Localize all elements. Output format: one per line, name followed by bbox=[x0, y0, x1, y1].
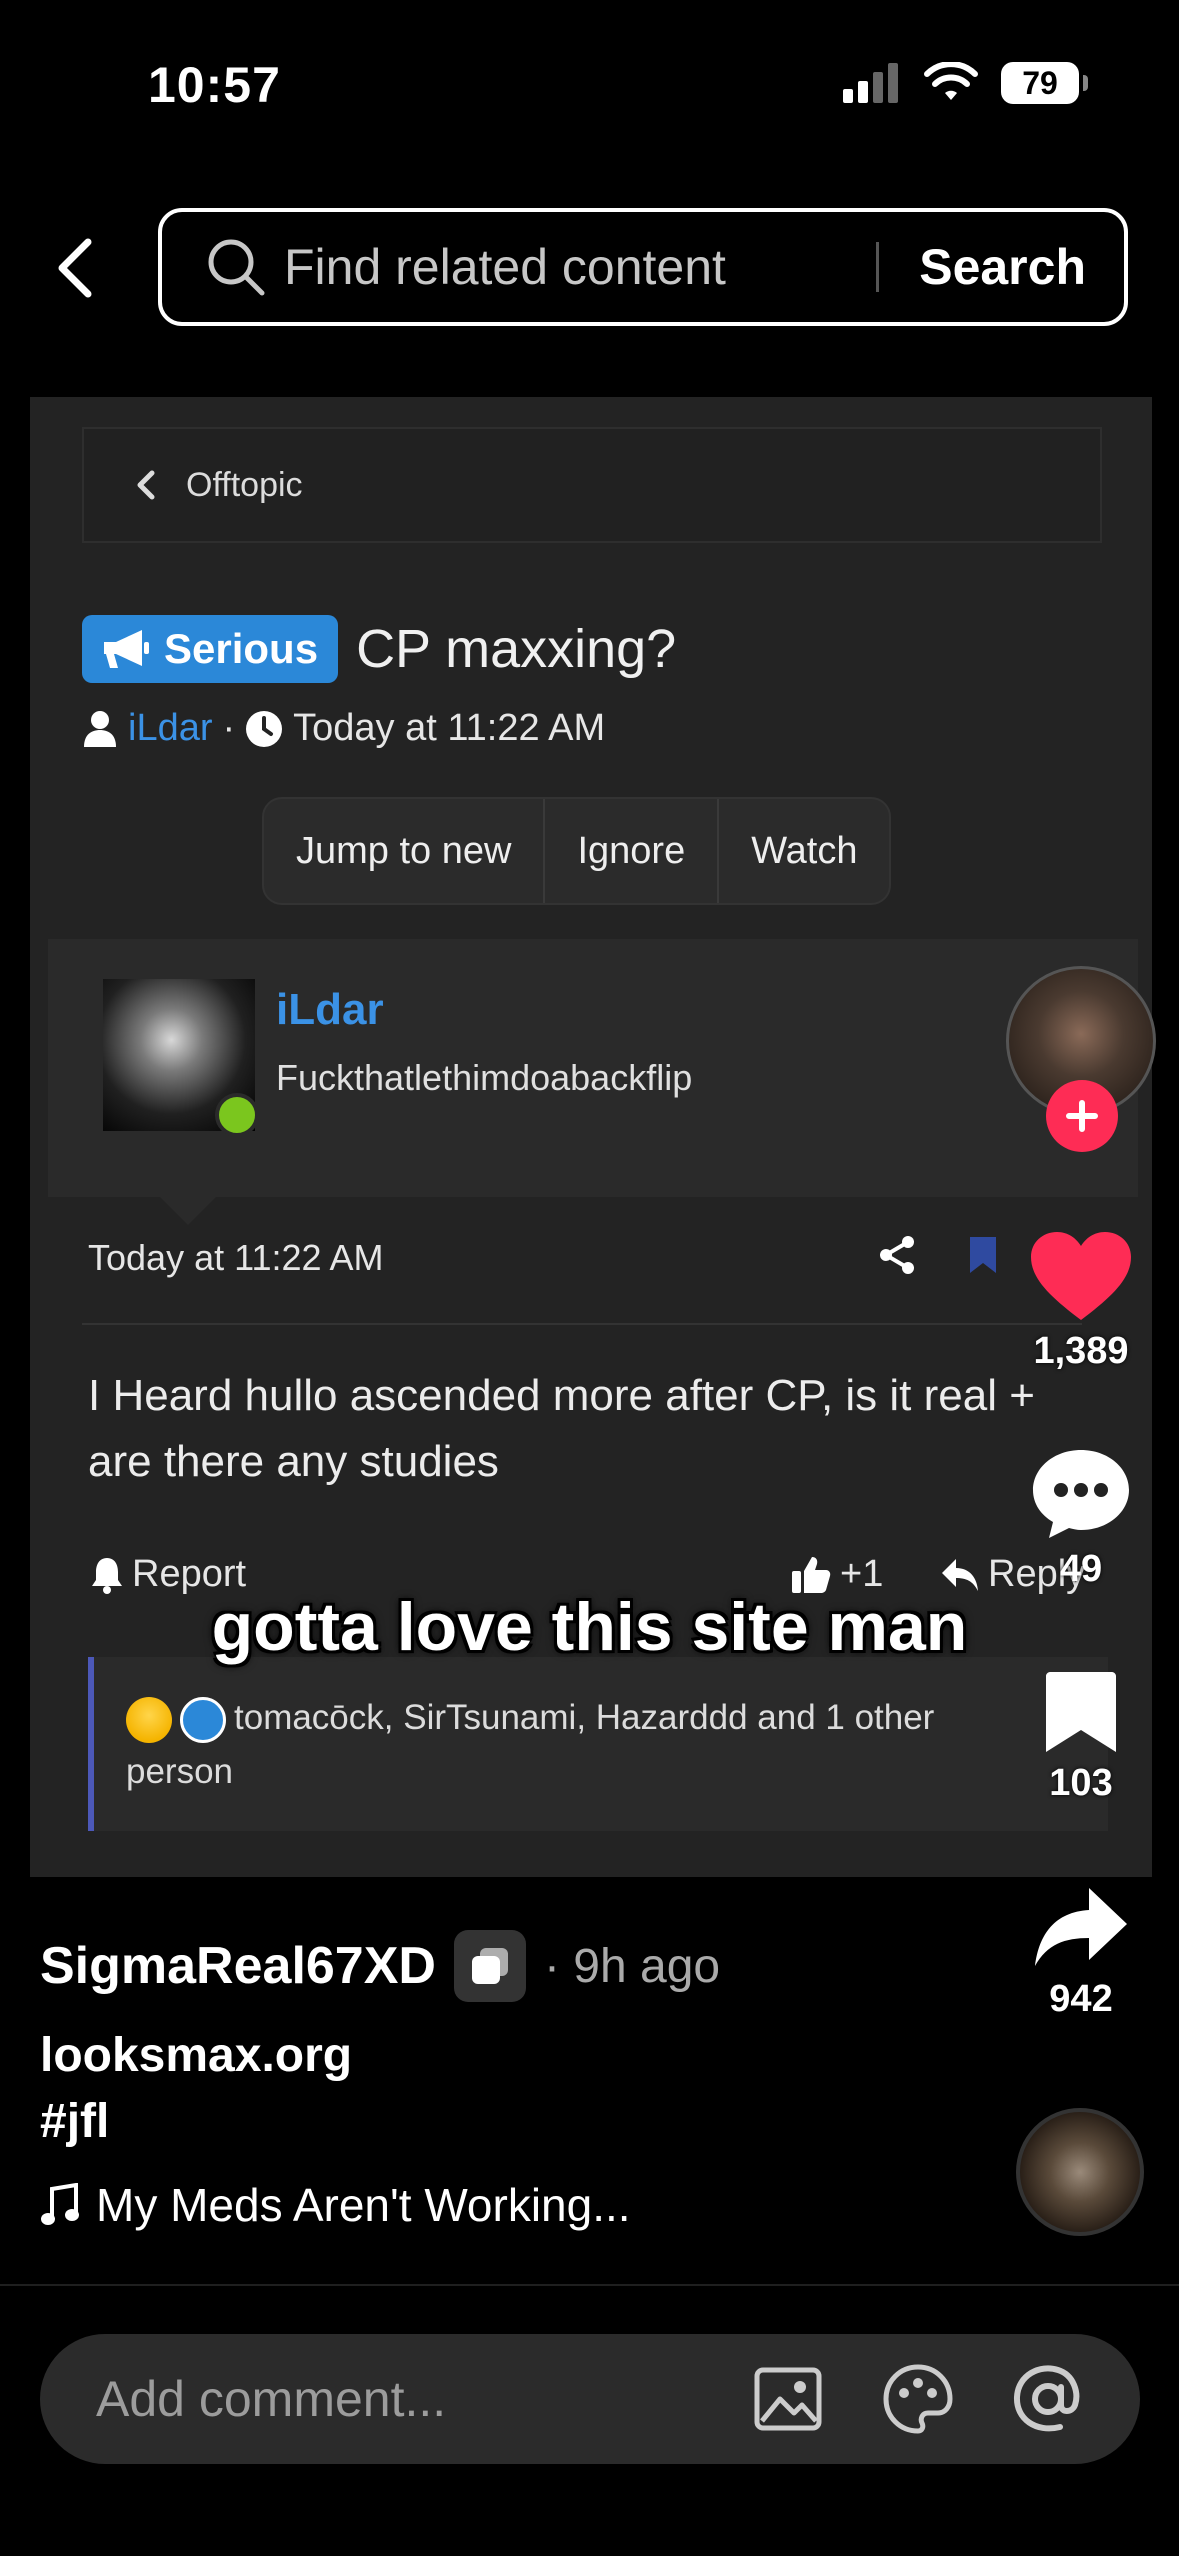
share-count: 942 bbox=[1049, 1978, 1113, 2020]
creator-username[interactable]: SigmaReal67XD bbox=[40, 1936, 436, 1996]
chevron-left-icon bbox=[58, 238, 92, 298]
cellular-signal-icon bbox=[843, 63, 898, 103]
jump-to-new-button[interactable]: Jump to new bbox=[264, 799, 546, 903]
comment-input[interactable]: Add comment... bbox=[96, 2370, 750, 2428]
heart-icon bbox=[1031, 1232, 1131, 1320]
post-time-ago: · 9h ago bbox=[543, 1939, 721, 1993]
search-input[interactable]: Find related content bbox=[284, 238, 876, 296]
post-date: Today at 11:22 AM bbox=[88, 1237, 384, 1278]
search-bar[interactable]: Find related content Search bbox=[158, 208, 1128, 326]
reactions-bar[interactable]: tomacōck, SirTsunami, Hazarddd and 1 oth… bbox=[88, 1657, 1108, 1831]
watch-button[interactable]: Watch bbox=[719, 799, 889, 903]
comment-bubble-icon bbox=[1033, 1450, 1129, 1538]
share-action[interactable]: 942 bbox=[1020, 1886, 1142, 2021]
like-count: 1,389 bbox=[1033, 1330, 1129, 1372]
meta-separator: · bbox=[222, 707, 236, 749]
back-button[interactable] bbox=[44, 228, 104, 308]
post-body: I Heard hullo ascended more after CP, is… bbox=[88, 1371, 1035, 1486]
sticker-icon[interactable] bbox=[880, 2361, 956, 2437]
thread-actions: Jump to new Ignore Watch bbox=[262, 797, 892, 905]
bookmark-icon bbox=[1046, 1672, 1116, 1752]
post-header-arrow bbox=[158, 1195, 218, 1225]
wifi-icon bbox=[924, 62, 978, 100]
music-info[interactable]: My Meds Aren't Working... bbox=[40, 2178, 631, 2232]
mention-icon[interactable] bbox=[1010, 2361, 1086, 2437]
thread-title: CP maxxing? bbox=[356, 619, 677, 679]
ignore-button[interactable]: Ignore bbox=[545, 799, 720, 903]
breadcrumb-label: Offtopic bbox=[186, 465, 303, 504]
chevron-left-icon bbox=[137, 470, 155, 500]
repost-icon bbox=[471, 1948, 508, 1984]
search-icon bbox=[208, 239, 265, 296]
status-icons: 79 bbox=[843, 62, 1088, 104]
search-button[interactable]: Search bbox=[879, 238, 1124, 296]
online-indicator bbox=[215, 1093, 259, 1137]
video-description-line1: looksmax.org bbox=[40, 2029, 353, 2082]
save-count: 103 bbox=[1049, 1762, 1113, 1804]
poster-name[interactable]: iLdar bbox=[276, 985, 384, 1035]
image-picker-icon[interactable] bbox=[750, 2361, 826, 2437]
save-action[interactable]: 103 bbox=[1020, 1670, 1142, 1805]
thread-date: Today at 11:22 AM bbox=[293, 707, 606, 749]
user-icon bbox=[84, 710, 116, 747]
video-caption: gotta love this site man bbox=[211, 1589, 968, 1665]
bookmark-icon[interactable] bbox=[968, 1235, 998, 1275]
clock-icon bbox=[246, 710, 283, 747]
battery-indicator: 79 bbox=[1001, 62, 1088, 104]
thread-title-row: Serious CP maxxing? bbox=[82, 615, 676, 683]
laughing-emoji-icon bbox=[126, 1696, 172, 1743]
comment-count: 49 bbox=[1059, 1548, 1103, 1590]
prefix-badge: Serious bbox=[82, 615, 339, 683]
video-hashtag[interactable]: #jfl bbox=[40, 2094, 109, 2149]
comment-action[interactable]: 49 bbox=[1020, 1448, 1142, 1591]
share-arrow-icon bbox=[1035, 1888, 1127, 1966]
like-reaction-icon bbox=[180, 1696, 226, 1743]
megaphone-icon bbox=[104, 630, 149, 668]
breadcrumb[interactable]: Offtopic bbox=[82, 427, 1102, 543]
plus-icon bbox=[1066, 1100, 1098, 1132]
battery-level: 79 bbox=[1022, 64, 1058, 101]
repost-badge bbox=[453, 1930, 526, 2002]
music-note-icon bbox=[41, 2183, 79, 2225]
music-title: My Meds Aren't Working... bbox=[96, 2179, 631, 2231]
prefix-label: Serious bbox=[164, 625, 319, 672]
reactions-text: tomacōck, SirTsunami, Hazarddd and 1 oth… bbox=[126, 1698, 935, 1791]
post-divider bbox=[82, 1323, 1082, 1325]
poster-title: Fuckthatlethimdoabackflip bbox=[276, 1057, 693, 1098]
creator-info: SigmaReal67XD · 9h ago bbox=[40, 1930, 720, 2002]
status-time: 10:57 bbox=[148, 57, 281, 113]
share-icon[interactable] bbox=[878, 1235, 916, 1275]
follow-button[interactable] bbox=[1046, 1080, 1118, 1152]
thread-meta: iLdar · Today at 11:22 AM bbox=[82, 707, 605, 750]
post-header: iLdar Fuckthatlethimdoabackflip bbox=[48, 939, 1138, 1225]
thread-author[interactable]: iLdar bbox=[128, 707, 213, 750]
bottom-divider bbox=[0, 2284, 1179, 2286]
comment-bar[interactable]: Add comment... bbox=[40, 2334, 1140, 2464]
music-disc[interactable] bbox=[1016, 2108, 1144, 2236]
poster-avatar[interactable] bbox=[103, 979, 259, 1137]
like-action[interactable]: 1,389 bbox=[1020, 1230, 1142, 1373]
